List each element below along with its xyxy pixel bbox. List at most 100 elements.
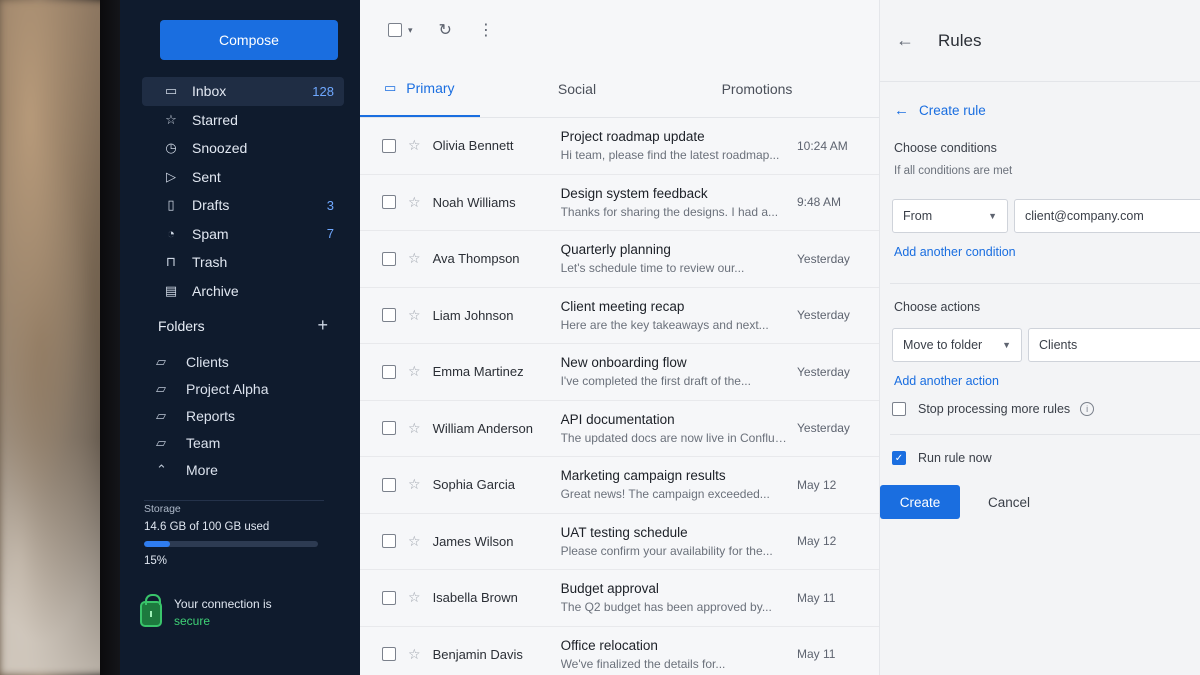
folder-label: Project Alpha: [186, 380, 269, 397]
spam-icon: ◔: [167, 226, 175, 242]
folder-item[interactable]: ▱ Clients: [156, 348, 336, 375]
info-icon[interactable]: i: [1080, 402, 1095, 416]
more-folders-button[interactable]: ⌃ More: [156, 456, 336, 483]
message-preview: Let's schedule time to review our...: [560, 261, 745, 276]
storage-widget: Storage 14.6 GB of 100 GB used 15%: [144, 503, 324, 567]
row-checkbox[interactable]: [382, 364, 396, 379]
add-folder-icon[interactable]: +: [317, 316, 328, 334]
folder-item[interactable]: ▱ Reports: [156, 402, 336, 429]
add-condition-link[interactable]: Add another condition: [894, 245, 1200, 259]
add-action-link[interactable]: Add another action: [894, 374, 1200, 388]
sidebar-item-drafts[interactable]: ▯ Drafts 3: [142, 191, 344, 220]
table-row[interactable]: ☆ Isabella Brown Budget approval The Q2 bud…: [360, 570, 879, 627]
table-row[interactable]: ☆ William Anderson API documentation The up…: [360, 401, 879, 457]
row-checkbox[interactable]: [382, 138, 396, 153]
condition-row: From ▼ client@company.com: [892, 199, 1200, 233]
action-field-select[interactable]: Move to folder ▼: [892, 328, 1022, 362]
sidebar-item-label: Starred: [192, 111, 238, 128]
run-rule-now-label: Run rule now: [918, 451, 992, 465]
message-subject: Marketing campaign results: [560, 468, 726, 484]
star-icon[interactable]: ☆: [408, 646, 421, 663]
chevron-up-icon: ⌃: [156, 461, 167, 477]
secure-line1: Your connection is: [174, 597, 272, 611]
refresh-icon[interactable]: ↻: [439, 20, 452, 40]
message-time: Yesterday: [797, 364, 850, 379]
rule-actions: Create Cancel: [880, 485, 1200, 519]
condition-value-input[interactable]: client@company.com: [1014, 199, 1200, 233]
sidebar-item-snoozed[interactable]: ◷ Snoozed: [142, 134, 344, 163]
more-vert-icon[interactable]: ⋮: [478, 20, 494, 40]
star-icon[interactable]: ☆: [408, 363, 421, 380]
chevron-down-icon[interactable]: ▾: [408, 25, 413, 36]
condition-field-select[interactable]: From ▼: [892, 199, 1008, 233]
rules-header: ← Rules: [880, 0, 1200, 82]
star-icon[interactable]: ☆: [408, 476, 421, 493]
tab-primary[interactable]: ▭ Primary: [360, 60, 480, 117]
back-arrow-icon[interactable]: ←: [896, 30, 914, 51]
create-button[interactable]: Create: [880, 485, 960, 519]
message-subject: Quarterly planning: [560, 242, 671, 258]
select-all-control[interactable]: ▾: [388, 23, 413, 37]
row-checkbox[interactable]: [382, 195, 396, 210]
sender-name: Noah Williams: [432, 194, 516, 210]
create-rule-link[interactable]: ← Create rule: [894, 102, 1200, 119]
table-row[interactable]: ☆ Noah Williams Design system feedback Than…: [360, 175, 879, 231]
table-row[interactable]: ☆ Ava Thompson Quarterly planning Let's sch…: [360, 231, 879, 288]
tab-promotions[interactable]: Promotions: [650, 60, 840, 117]
folder-icon: ▱: [156, 407, 166, 423]
sidebar-item-spam[interactable]: ◔ Spam 7: [142, 220, 344, 249]
folder-item[interactable]: ▱ Project Alpha: [156, 375, 336, 402]
row-checkbox[interactable]: [382, 308, 396, 323]
sidebar-item-inbox[interactable]: ▭ Inbox 128: [142, 77, 344, 106]
star-icon[interactable]: ☆: [408, 420, 421, 437]
row-checkbox[interactable]: [382, 421, 396, 436]
star-icon[interactable]: ☆: [408, 533, 421, 550]
select-all-checkbox[interactable]: [388, 23, 402, 37]
sidebar-item-trash[interactable]: ⊓ Trash: [142, 248, 344, 277]
stop-processing-row[interactable]: Stop processing more rules i: [892, 402, 1200, 416]
stop-processing-checkbox[interactable]: [892, 402, 906, 416]
message-body: Budget approval The Q2 budget has been ap…: [561, 581, 797, 614]
message-subject: Project roadmap update: [560, 129, 705, 145]
cancel-button[interactable]: Cancel: [988, 495, 1030, 510]
archive-icon: ▤: [164, 282, 178, 298]
sidebar-item-archive[interactable]: ▤ Archive: [142, 277, 344, 306]
sidebar-item-label: Trash: [192, 254, 228, 271]
sidebar-item-sent[interactable]: ▷ Sent: [142, 163, 344, 192]
folder-label: Clients: [186, 353, 229, 370]
trash-icon: ⊓: [165, 254, 177, 270]
row-checkbox[interactable]: [382, 477, 396, 492]
conditions-subtext: If all conditions are met: [894, 165, 1013, 177]
table-row[interactable]: ☆ Liam Johnson Client meeting recap Here ar…: [360, 288, 879, 344]
star-icon[interactable]: ☆: [408, 137, 421, 154]
message-body: Quarterly planning Let's schedule time to…: [561, 242, 797, 275]
table-row[interactable]: ☆ Emma Martinez New onboarding flow I've co…: [360, 344, 879, 401]
compose-button[interactable]: Compose: [160, 20, 338, 60]
star-icon[interactable]: ☆: [408, 194, 421, 211]
row-checkbox[interactable]: [382, 534, 396, 549]
star-icon[interactable]: ☆: [408, 589, 421, 606]
folder-item[interactable]: ▱ Team: [156, 429, 336, 456]
storage-percent: 15%: [144, 555, 168, 567]
storage-title: Storage: [144, 503, 181, 515]
run-rule-now-row[interactable]: ✓ Run rule now: [892, 451, 1200, 465]
run-rule-now-checkbox[interactable]: ✓: [892, 451, 906, 465]
section-divider: [890, 283, 1200, 284]
sender-name: Isabella Brown: [432, 590, 518, 606]
table-row[interactable]: ☆ James Wilson UAT testing schedule Please …: [360, 514, 879, 570]
row-checkbox[interactable]: [382, 251, 396, 266]
table-row[interactable]: ☆ Benjamin Davis Office relocation We've fi…: [360, 627, 879, 675]
message-subject: API documentation: [560, 411, 675, 427]
tab-social[interactable]: Social: [480, 60, 650, 117]
row-checkbox[interactable]: [382, 590, 396, 605]
unread-count: 7: [326, 226, 334, 242]
message-body: Office relocation We've finalized the det…: [561, 638, 797, 671]
sender-name: Ava Thompson: [432, 251, 520, 267]
table-row[interactable]: ☆ Sophia Garcia Marketing campaign results…: [360, 457, 879, 514]
star-icon[interactable]: ☆: [408, 250, 421, 267]
row-checkbox[interactable]: [382, 647, 396, 662]
action-value-input[interactable]: Clients: [1028, 328, 1200, 362]
star-icon[interactable]: ☆: [408, 307, 421, 324]
sidebar-item-starred[interactable]: ☆ Starred: [142, 106, 344, 135]
table-row[interactable]: ☆ Olivia Bennett Project roadmap update Hi …: [360, 118, 879, 175]
